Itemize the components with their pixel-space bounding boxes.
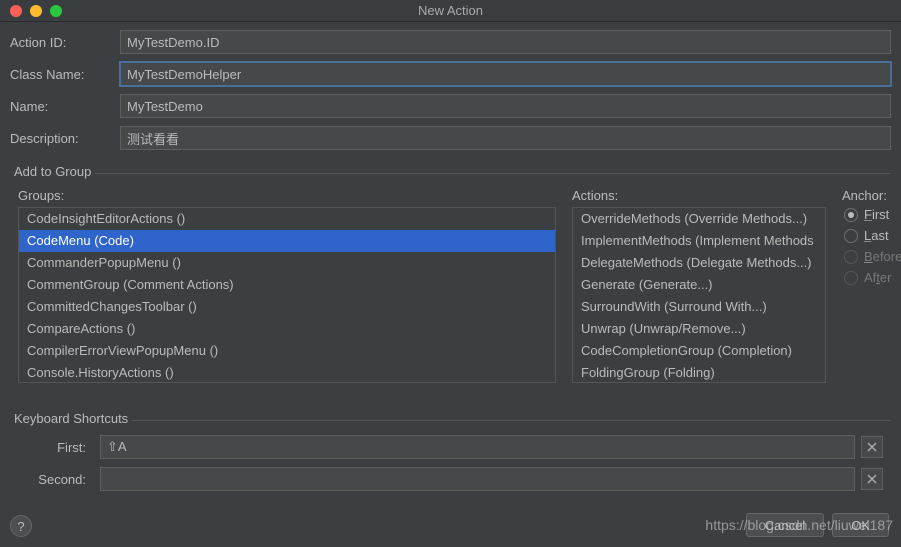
list-item[interactable]: ImplementMethods (Implement Methods [573,230,825,252]
list-item[interactable]: DelegateMethods (Delegate Methods...) [573,252,825,274]
list-item[interactable]: CodeInsightEditorActions () [19,208,555,230]
clear-first-button[interactable] [861,436,883,458]
add-to-group-title: Add to Group [10,164,95,179]
description-input[interactable] [120,126,891,150]
name-label: Name: [10,99,120,114]
first-shortcut-input[interactable] [100,435,855,459]
action-id-input[interactable] [120,30,891,54]
list-item[interactable]: Generate (Generate...) [573,274,825,296]
close-icon [867,474,877,484]
list-item[interactable]: CommittedChangesToolbar () [19,296,555,318]
close-icon [867,442,877,452]
list-item[interactable]: CodeMenu (Code) [19,230,555,252]
close-icon[interactable] [10,5,22,17]
list-item[interactable]: SurroundWith (Surround With...) [573,296,825,318]
anchor-after: After [842,270,901,285]
titlebar: New Action [0,0,901,22]
list-item[interactable]: FoldingGroup (Folding) [573,362,825,383]
list-item[interactable]: OverrideMethods (Override Methods...) [573,208,825,230]
class-name-label: Class Name: [10,67,120,82]
anchor-first[interactable]: First [842,207,901,222]
list-item[interactable]: CodeCompletionGroup (Completion) [573,340,825,362]
radio-icon [844,250,858,264]
description-label: Description: [10,131,120,146]
anchor-before: Before [842,249,901,264]
window-title: New Action [0,3,901,18]
list-item[interactable]: Unwrap (Unwrap/Remove...) [573,318,825,340]
shortcuts-title: Keyboard Shortcuts [10,411,132,426]
name-input[interactable] [120,94,891,118]
cancel-button[interactable]: Cancel [746,513,824,537]
groups-listbox[interactable]: CodeInsightEditorActions ()CodeMenu (Cod… [18,207,556,383]
action-id-label: Action ID: [10,35,120,50]
radio-icon [844,271,858,285]
groups-label: Groups: [18,188,556,203]
list-item[interactable]: CompareActions () [19,318,555,340]
window-controls [0,5,62,17]
actions-label: Actions: [572,188,826,203]
list-item[interactable]: CommanderPopupMenu () [19,252,555,274]
radio-icon [844,208,858,222]
radio-icon [844,229,858,243]
anchor-label: Anchor: [842,188,901,203]
list-item[interactable]: CommentGroup (Comment Actions) [19,274,555,296]
second-shortcut-label: Second: [18,472,94,487]
class-name-input[interactable] [120,62,891,86]
anchor-last[interactable]: Last [842,228,901,243]
zoom-icon[interactable] [50,5,62,17]
second-shortcut-input[interactable] [100,467,855,491]
actions-listbox[interactable]: OverrideMethods (Override Methods...)Imp… [572,207,826,383]
first-shortcut-label: First: [18,440,94,455]
list-item[interactable]: CompilerErrorViewPopupMenu () [19,340,555,362]
ok-button[interactable]: OK [832,513,889,537]
clear-second-button[interactable] [861,468,883,490]
help-button[interactable]: ? [10,515,32,537]
minimize-icon[interactable] [30,5,42,17]
list-item[interactable]: Console.HistoryActions () [19,362,555,383]
